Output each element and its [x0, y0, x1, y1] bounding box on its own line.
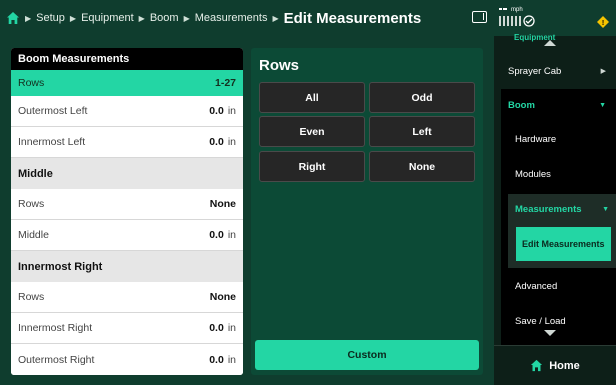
- rows-all-button[interactable]: All: [259, 82, 365, 113]
- table-row[interactable]: Innermost Left 0.0 in: [11, 127, 243, 158]
- home-icon[interactable]: [6, 11, 20, 25]
- section-header-middle: Middle: [11, 158, 243, 189]
- chevron-right-icon: ▶: [272, 13, 279, 23]
- row-value: 0.0: [209, 136, 224, 148]
- nav-item-label: Boom: [508, 99, 535, 111]
- table-row[interactable]: Middle 0.0 in: [11, 220, 243, 251]
- row-value: 1-27: [214, 77, 236, 89]
- nav-item-label: Measurements: [515, 203, 582, 215]
- row-label: Rows: [18, 291, 45, 303]
- table-row[interactable]: Outermost Right 0.0 in: [11, 344, 243, 375]
- table-row-rows-selected[interactable]: Rows 1-27: [11, 70, 243, 96]
- chevron-right-icon: ▶: [138, 13, 145, 23]
- page-title: Edit Measurements: [283, 9, 422, 27]
- row-unit: in: [227, 322, 236, 334]
- row-label: Innermost Right: [18, 322, 93, 334]
- nav-item-label: Save / Load: [515, 315, 566, 327]
- nav-item-hardware[interactable]: Hardware: [507, 128, 616, 150]
- side-nav: Equipment Sprayer Cab ▶ Boom ▼ Hardware …: [494, 33, 616, 345]
- rows-none-button[interactable]: None: [369, 151, 475, 182]
- chevron-right-icon: ▶: [183, 13, 190, 23]
- table-header: Boom Measurements: [11, 48, 243, 70]
- row-label: Outermost Right: [18, 353, 95, 366]
- custom-button[interactable]: Custom: [255, 340, 479, 370]
- table-row[interactable]: Outermost Left 0.0 in: [11, 96, 243, 127]
- row-value: 0.0: [209, 353, 224, 366]
- chevron-right-icon: ▶: [69, 13, 77, 23]
- row-value: None: [209, 291, 236, 303]
- home-button[interactable]: Home: [494, 345, 616, 385]
- nav-item-label: Hardware: [515, 133, 557, 145]
- rows-even-button[interactable]: Even: [259, 116, 365, 147]
- row-label: Middle: [18, 229, 49, 241]
- rows-odd-button[interactable]: Odd: [369, 82, 475, 113]
- row-label: Innermost Left: [18, 136, 86, 148]
- nav-item-edit-measurements[interactable]: Edit Measurements: [516, 227, 611, 261]
- nav-item-label: Modules: [515, 168, 551, 180]
- row-value: 0.0: [209, 105, 224, 117]
- breadcrumb-measurements[interactable]: Measurements: [195, 12, 268, 24]
- boom-measurements-table: Boom Measurements Rows 1-27 Outermost Le…: [11, 48, 243, 375]
- chevron-right-icon: ▶: [25, 13, 32, 23]
- nav-item-modules[interactable]: Modules: [507, 163, 616, 185]
- breadcrumb-setup[interactable]: Setup: [36, 12, 65, 24]
- row-label: Rows: [18, 198, 45, 210]
- svg-text:!: !: [602, 20, 604, 27]
- scroll-up-icon[interactable]: [544, 40, 556, 46]
- row-unit: in: [227, 136, 236, 148]
- nav-item-boom[interactable]: Boom ▼: [500, 94, 612, 116]
- header-bar: ▶ Setup ▶ Equipment ▶ Boom ▶ Measurement…: [0, 0, 494, 36]
- table-row[interactable]: Rows None: [11, 282, 243, 313]
- row-label: Rows: [18, 77, 45, 89]
- nav-item-label: Sprayer Cab: [508, 65, 562, 77]
- breadcrumb-equipment[interactable]: Equipment: [81, 12, 134, 24]
- speed-unit: mph: [511, 7, 523, 13]
- nav-item-advanced[interactable]: Advanced: [507, 275, 616, 297]
- chevron-right-icon: ▶: [600, 68, 606, 75]
- rows-panel-title: Rows: [259, 57, 300, 74]
- rows-panel: Rows All Odd Even Left Right None Custom: [251, 48, 483, 375]
- row-label: Outermost Left: [18, 105, 88, 117]
- chevron-down-icon: ▼: [602, 205, 609, 213]
- row-value: 0.0: [209, 322, 224, 334]
- section-header-innermost-right: Innermost Right: [11, 251, 243, 282]
- nav-item-save-load[interactable]: Save / Load: [507, 310, 616, 332]
- nav-item-measurements[interactable]: Measurements ▼: [507, 198, 615, 220]
- home-button-label: Home: [549, 359, 580, 372]
- rows-left-button[interactable]: Left: [369, 116, 475, 147]
- rows-right-button[interactable]: Right: [259, 151, 365, 182]
- chevron-down-icon: ▼: [599, 101, 606, 109]
- row-unit: in: [227, 105, 236, 117]
- panel-toggle-icon[interactable]: [472, 11, 487, 23]
- table-row[interactable]: Innermost Right 0.0 in: [11, 313, 243, 344]
- row-value: None: [209, 198, 236, 210]
- table-row[interactable]: Rows None: [11, 189, 243, 220]
- nav-item-sprayer-cab[interactable]: Sprayer Cab ▶: [500, 58, 612, 84]
- nav-item-label: Advanced: [515, 280, 558, 292]
- row-unit: in: [227, 229, 236, 241]
- breadcrumb-boom[interactable]: Boom: [150, 12, 179, 24]
- row-unit: in: [227, 353, 236, 366]
- status-area: ! mph: [497, 4, 616, 34]
- breadcrumb: ▶ Setup ▶ Equipment ▶ Boom ▶ Measurement…: [20, 10, 421, 27]
- scroll-down-icon[interactable]: [544, 330, 556, 336]
- row-value: 0.0: [209, 229, 224, 241]
- home-icon: [531, 359, 543, 372]
